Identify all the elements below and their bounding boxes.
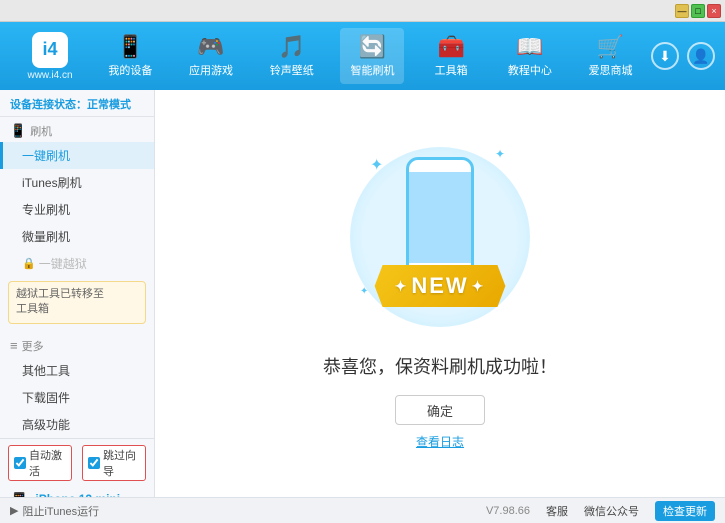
minimize-button[interactable]: — — [675, 4, 689, 18]
sparkle-icon-2: ✦ — [495, 147, 505, 161]
device-phone-icon: 📱 — [8, 492, 30, 497]
app-logo: i4 www.i4.cn — [10, 32, 90, 81]
auto-start-label: 自动激活 — [29, 447, 66, 479]
nav-apps-games-label: 应用游戏 — [189, 62, 233, 78]
logo-icon: i4 — [32, 32, 68, 68]
notice-box: 越狱工具已转移至工具箱 — [8, 281, 146, 324]
sidebar-item-other-tools[interactable]: 其他工具 — [0, 357, 154, 384]
sidebar: 设备连接状态：正常模式 📱 刷机 一键刷机 iTunes刷机 专业刷机 微量刷机… — [0, 90, 155, 497]
lock-icon: 🔒 — [22, 257, 36, 270]
flash-section-header: 📱 刷机 — [0, 117, 154, 142]
sidebar-item-pro-flash[interactable]: 专业刷机 — [0, 196, 154, 223]
nav-my-device-label: 我的设备 — [108, 62, 152, 78]
device-info: 📱 iPhone 12 mini 64GB Down-12mini-13,1 — [8, 486, 146, 497]
store-icon: 🛒 — [597, 34, 624, 60]
nav-apps-games[interactable]: 🎮 应用游戏 — [179, 28, 243, 84]
nav-toolbox-label: 工具箱 — [435, 62, 468, 78]
tutorials-icon: 📖 — [516, 34, 543, 60]
sidebar-item-itunes-flash[interactable]: iTunes刷机 — [0, 169, 154, 196]
illustration: ✦ ✦ ✦ ✦ NEW ✦ — [340, 137, 540, 337]
day-log-link[interactable]: 查看日志 — [416, 433, 464, 450]
skip-guide-label: 跳过向导 — [103, 447, 140, 479]
nav-tutorials-label: 教程中心 — [508, 62, 552, 78]
device-name: iPhone 12 mini — [35, 490, 124, 497]
check-update-button[interactable]: 检查更新 — [655, 501, 715, 521]
toolbox-icon: 🧰 — [437, 34, 464, 60]
nav-ringtones-label: 铃声壁纸 — [270, 62, 314, 78]
nav-store[interactable]: 🛒 爱思商城 — [579, 28, 643, 84]
wechat-link[interactable]: 微信公众号 — [584, 503, 639, 519]
download-button[interactable]: ⬇ — [651, 42, 679, 70]
header-actions: ⬇ 👤 — [651, 42, 715, 70]
sparkle-icon-1: ✦ — [370, 155, 383, 175]
success-message: 恭喜您，保资料刷机成功啦！ — [323, 353, 557, 379]
version-label: V7.98.66 — [486, 505, 530, 517]
nav-smart-flash-label: 智能刷机 — [350, 62, 394, 78]
jailbreak-label: 一键越狱 — [39, 255, 87, 272]
auto-start-input[interactable] — [14, 457, 26, 469]
main-nav: 📱 我的设备 🎮 应用游戏 🎵 铃声壁纸 🔄 智能刷机 🧰 工具箱 📖 教程中心… — [90, 22, 651, 90]
sidebar-item-one-click-flash[interactable]: 一键刷机 — [0, 142, 154, 169]
phone-screen — [409, 172, 471, 263]
nav-smart-flash[interactable]: 🔄 智能刷机 — [340, 28, 404, 84]
new-label: NEW — [411, 273, 468, 299]
maximize-button[interactable]: □ — [691, 4, 705, 18]
phone-illustration — [406, 157, 474, 277]
more-section-header: ≡ 更多 — [0, 332, 154, 357]
user-button[interactable]: 👤 — [687, 42, 715, 70]
status-value: 正常模式 — [87, 99, 131, 111]
nav-store-label: 爱思商城 — [589, 62, 633, 78]
checkbox-row: 自动激活 跳过向导 — [8, 445, 146, 481]
more-section-icon: ≡ — [10, 338, 18, 353]
sidebar-item-advanced[interactable]: 高级功能 — [0, 411, 154, 438]
header: i4 www.i4.cn 📱 我的设备 🎮 应用游戏 🎵 铃声壁纸 🔄 智能刷机… — [0, 22, 725, 90]
itunes-status-label: 阻止iTunes运行 — [22, 503, 99, 519]
sparkle-icon-3: ✦ — [360, 286, 368, 297]
sidebar-item-micro-flash[interactable]: 微量刷机 — [0, 223, 154, 250]
service-link[interactable]: 客服 — [546, 503, 568, 519]
apps-games-icon: 🎮 — [197, 34, 224, 60]
connection-status: 设备连接状态：正常模式 — [0, 90, 154, 117]
footer: ▶ 阻止iTunes运行 V7.98.66 客服 微信公众号 检查更新 — [0, 497, 725, 523]
sidebar-item-download-firmware[interactable]: 下载固件 — [0, 384, 154, 411]
main-area: 设备连接状态：正常模式 📱 刷机 一键刷机 iTunes刷机 专业刷机 微量刷机… — [0, 90, 725, 497]
logo-subtitle: www.i4.cn — [27, 70, 72, 81]
nav-ringtones[interactable]: 🎵 铃声壁纸 — [260, 28, 324, 84]
ribbon-shape: ✦ NEW ✦ — [375, 265, 506, 307]
title-bar: — □ × — [0, 0, 725, 22]
nav-toolbox[interactable]: 🧰 工具箱 — [421, 28, 481, 84]
nav-my-device[interactable]: 📱 我的设备 — [98, 28, 162, 84]
device-details: iPhone 12 mini 64GB Down-12mini-13,1 — [35, 490, 124, 497]
ringtones-icon: 🎵 — [278, 34, 305, 60]
confirm-button[interactable]: 确定 — [395, 395, 485, 425]
nav-tutorials[interactable]: 📖 教程中心 — [498, 28, 562, 84]
flash-section-label: 刷机 — [30, 123, 52, 139]
skip-guide-checkbox[interactable]: 跳过向导 — [82, 445, 146, 481]
my-device-icon: 📱 — [117, 34, 144, 60]
smart-flash-icon: 🔄 — [359, 34, 386, 60]
skip-guide-input[interactable] — [88, 457, 100, 469]
sidebar-bottom: 自动激活 跳过向导 📱 iPhone 12 mini 64GB Down-12m… — [0, 438, 154, 497]
main-content: ✦ ✦ ✦ ✦ NEW ✦ 恭喜您，保资料刷机成功啦！ 确定 查看日志 — [155, 90, 725, 497]
close-button[interactable]: × — [707, 4, 721, 18]
status-label: 设备连接状态： — [10, 99, 87, 111]
footer-left: ▶ 阻止iTunes运行 — [10, 503, 99, 519]
ribbon-star-left: ✦ — [395, 278, 409, 295]
auto-start-checkbox[interactable]: 自动激活 — [8, 445, 72, 481]
itunes-icon: ▶ — [10, 504, 18, 517]
new-ribbon: ✦ NEW ✦ — [375, 265, 506, 307]
more-section-label: 更多 — [22, 338, 44, 354]
flash-section-icon: 📱 — [10, 123, 26, 139]
sidebar-item-jailbreak-disabled: 🔒 一键越狱 — [0, 250, 154, 277]
ribbon-star-right: ✦ — [472, 278, 486, 295]
footer-right: V7.98.66 客服 微信公众号 检查更新 — [486, 501, 715, 521]
